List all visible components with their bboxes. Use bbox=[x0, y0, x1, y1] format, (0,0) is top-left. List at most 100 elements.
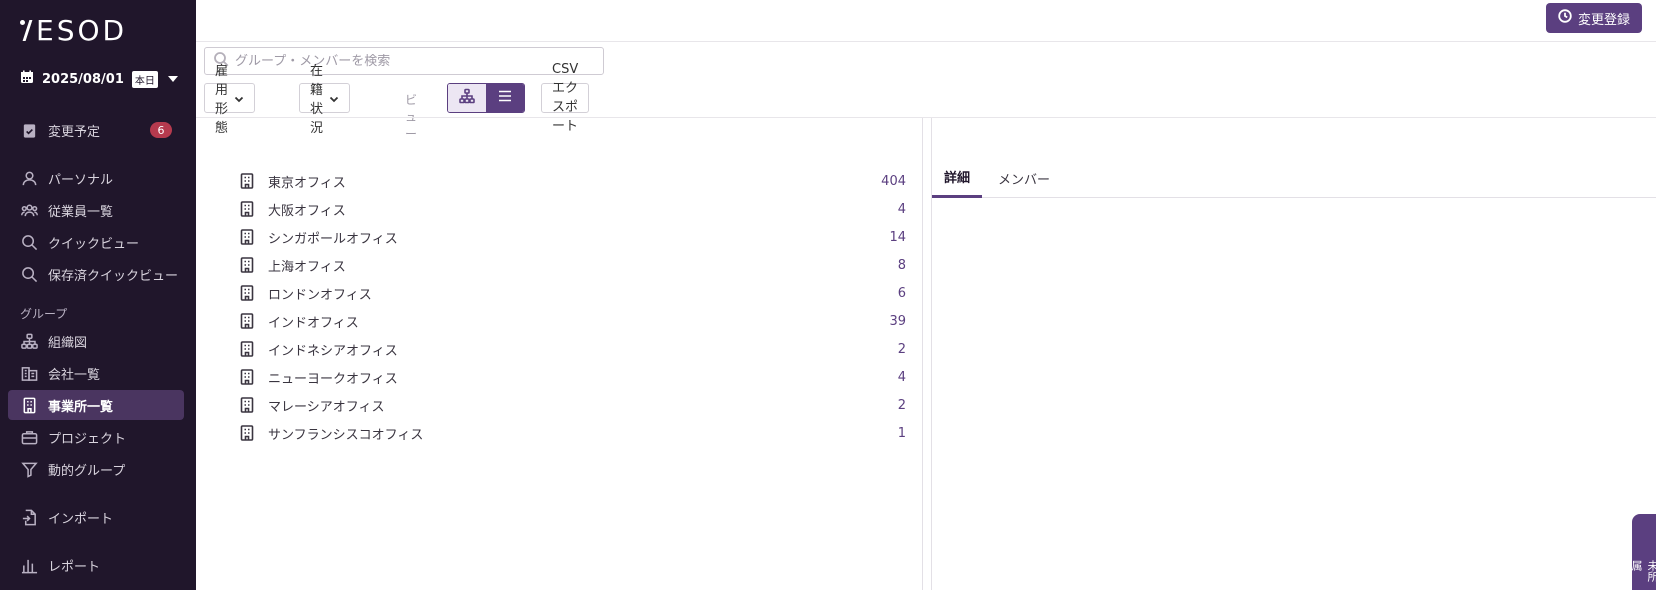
sidebar-item-projects[interactable]: プロジェクト bbox=[8, 422, 184, 452]
office-member-count: 4 bbox=[897, 369, 906, 385]
office-member-count: 14 bbox=[889, 229, 906, 245]
briefcase-icon bbox=[20, 428, 38, 446]
filter-icon bbox=[20, 460, 38, 478]
building-icon bbox=[240, 229, 256, 245]
list-item[interactable]: 上海オフィス 8 bbox=[240, 252, 906, 278]
sidebar-item-label: パーソナル bbox=[48, 172, 114, 188]
sidebar-item-offices[interactable]: 事業所一覧 bbox=[8, 390, 184, 420]
sidebar-item-label: インポート bbox=[48, 511, 114, 527]
csv-export-button[interactable]: CSVエクスポート bbox=[541, 62, 590, 134]
tab-details[interactable]: 詳細 bbox=[932, 158, 983, 198]
tree-view-button[interactable] bbox=[448, 84, 486, 112]
logo-mark-icon bbox=[20, 17, 34, 43]
list-item[interactable]: 大阪オフィス 4 bbox=[240, 196, 906, 222]
office-name: 上海オフィス bbox=[268, 259, 346, 275]
sidebar-item-employees[interactable]: 従業員一覧 bbox=[8, 195, 184, 225]
org-chart-icon bbox=[459, 88, 475, 108]
today-badge: 本日 bbox=[131, 70, 158, 88]
panel-divider[interactable] bbox=[922, 118, 923, 590]
list-item[interactable]: インドオフィス 39 bbox=[240, 308, 906, 334]
employment-type-filter[interactable]: 雇用形態 bbox=[204, 64, 256, 136]
chevron-down-icon bbox=[329, 93, 339, 103]
app-logo[interactable]: ESOD bbox=[20, 13, 128, 47]
register-change-label: 変更登録 bbox=[1577, 12, 1630, 28]
office-name: マレーシアオフィス bbox=[268, 399, 385, 415]
office-member-count: 8 bbox=[897, 257, 906, 273]
list-icon bbox=[497, 88, 513, 108]
app-root: ESOD 2025/08/01 本日 変更予定 6 パーソナル 従業員一覧 クイ… bbox=[0, 0, 1656, 590]
sidebar-item-label: 従業員一覧 bbox=[48, 204, 114, 220]
sidebar-item-label: クイックビュー bbox=[48, 236, 140, 252]
chevron-down-icon bbox=[167, 76, 178, 82]
building-icon bbox=[240, 285, 256, 301]
sidebar-item-label: 動的グループ bbox=[48, 463, 126, 479]
bar-chart-icon bbox=[20, 556, 38, 574]
sidebar-item-label: 組織図 bbox=[48, 335, 88, 351]
chevron-down-icon bbox=[234, 93, 244, 103]
office-name: シンガポールオフィス bbox=[268, 231, 398, 247]
search-icon bbox=[20, 233, 38, 251]
sidebar-item-dynamic-groups[interactable]: 動的グループ bbox=[8, 454, 184, 484]
search-input[interactable] bbox=[235, 53, 595, 69]
unassigned-drawer-tab[interactable]: 未所属 bbox=[1632, 514, 1656, 590]
detail-panel: 詳細 メンバー bbox=[932, 118, 1656, 590]
sidebar-item-label: 事業所一覧 bbox=[48, 399, 114, 415]
building-icon bbox=[240, 173, 256, 189]
sidebar-item-org-chart[interactable]: 組織図 bbox=[8, 326, 184, 356]
office-member-count: 2 bbox=[897, 397, 906, 413]
view-toggle bbox=[447, 83, 525, 113]
current-date: 2025/08/01 bbox=[42, 71, 124, 87]
sidebar-item-import[interactable]: インポート bbox=[8, 502, 184, 532]
list-item[interactable]: サンフランシスコオフィス 1 bbox=[240, 420, 906, 446]
sidebar-item-reports[interactable]: レポート bbox=[8, 550, 184, 580]
tab-members[interactable]: メンバー bbox=[986, 158, 1062, 198]
sidebar: ESOD 2025/08/01 本日 変更予定 6 パーソナル 従業員一覧 クイ… bbox=[0, 0, 196, 590]
sidebar-item-personal[interactable]: パーソナル bbox=[8, 163, 184, 193]
logo-text: ESOD bbox=[36, 13, 128, 47]
org-chart-icon bbox=[20, 332, 38, 350]
office-list: 東京オフィス 404 大阪オフィス 4 シンガポールオフィス 14 上海オフィス… bbox=[196, 118, 922, 590]
building-icon bbox=[240, 369, 256, 385]
building-icon bbox=[240, 313, 256, 329]
sidebar-item-label: 会社一覧 bbox=[48, 367, 101, 383]
list-item[interactable]: 東京オフィス 404 bbox=[240, 168, 906, 194]
register-change-button[interactable]: 変更登録 bbox=[1545, 3, 1642, 33]
sidebar-item-quick-view[interactable]: クイックビュー bbox=[8, 227, 184, 257]
list-item[interactable]: ロンドンオフィス 6 bbox=[240, 280, 906, 306]
company-icon bbox=[20, 364, 38, 382]
clock-icon bbox=[1558, 9, 1572, 27]
search-box bbox=[204, 47, 604, 75]
sidebar-item-pending-changes[interactable]: 変更予定 6 bbox=[8, 115, 184, 145]
clipboard-check-icon bbox=[20, 121, 38, 139]
sidebar-item-label: プロジェクト bbox=[48, 431, 127, 447]
office-name: ロンドンオフィス bbox=[268, 287, 372, 303]
list-item[interactable]: マレーシアオフィス 2 bbox=[240, 392, 906, 418]
building-icon bbox=[240, 201, 256, 217]
office-member-count: 404 bbox=[881, 173, 906, 189]
building-icon bbox=[240, 257, 256, 273]
building-icon bbox=[20, 396, 38, 414]
office-name: インドオフィス bbox=[268, 315, 359, 331]
office-member-count: 39 bbox=[889, 313, 906, 329]
detail-tabs: 詳細 メンバー bbox=[932, 158, 1656, 198]
pending-count-badge: 6 bbox=[150, 122, 172, 138]
office-member-count: 1 bbox=[897, 425, 906, 441]
user-icon bbox=[20, 169, 38, 187]
sidebar-item-label: 保存済クイックビュー bbox=[48, 268, 179, 284]
building-icon bbox=[240, 341, 256, 357]
list-view-button[interactable] bbox=[486, 84, 524, 112]
list-item[interactable]: ニューヨークオフィス 4 bbox=[240, 364, 906, 390]
calendar-icon bbox=[20, 70, 34, 88]
list-item[interactable]: シンガポールオフィス 14 bbox=[240, 224, 906, 250]
office-name: 大阪オフィス bbox=[268, 203, 346, 219]
search-icon bbox=[20, 265, 38, 283]
enrollment-status-filter[interactable]: 在籍状況 bbox=[299, 64, 351, 136]
sidebar-item-saved-quick-view[interactable]: 保存済クイックビュー bbox=[8, 259, 184, 289]
office-name: インドネシアオフィス bbox=[268, 343, 398, 359]
office-member-count: 2 bbox=[897, 341, 906, 357]
office-member-count: 6 bbox=[897, 285, 906, 301]
group-section-label: グループ bbox=[20, 307, 68, 321]
date-picker[interactable]: 2025/08/01 本日 bbox=[20, 68, 178, 90]
list-item[interactable]: インドネシアオフィス 2 bbox=[240, 336, 906, 362]
sidebar-item-companies[interactable]: 会社一覧 bbox=[8, 358, 184, 388]
